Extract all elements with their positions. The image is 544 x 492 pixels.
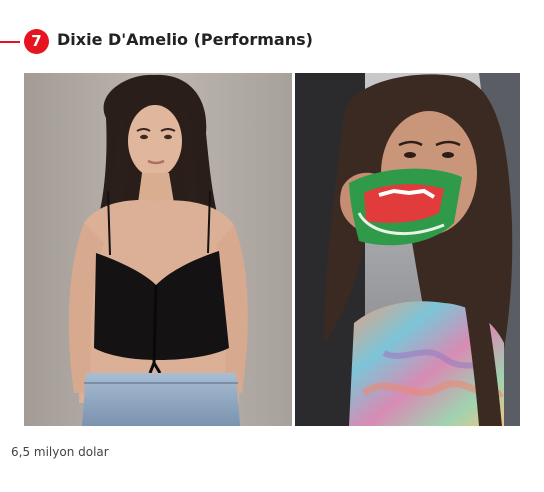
left-portrait	[24, 73, 292, 426]
rank-badge: 7	[24, 29, 49, 54]
right-selfie	[295, 73, 520, 426]
item-title: Dixie D'Amelio (Performans)	[57, 30, 313, 49]
list-item-heading: 7 Dixie D'Amelio (Performans)	[0, 26, 544, 56]
item-caption: 6,5 milyon dolar	[11, 445, 109, 459]
accent-divider	[0, 41, 20, 43]
item-photo	[24, 73, 520, 426]
